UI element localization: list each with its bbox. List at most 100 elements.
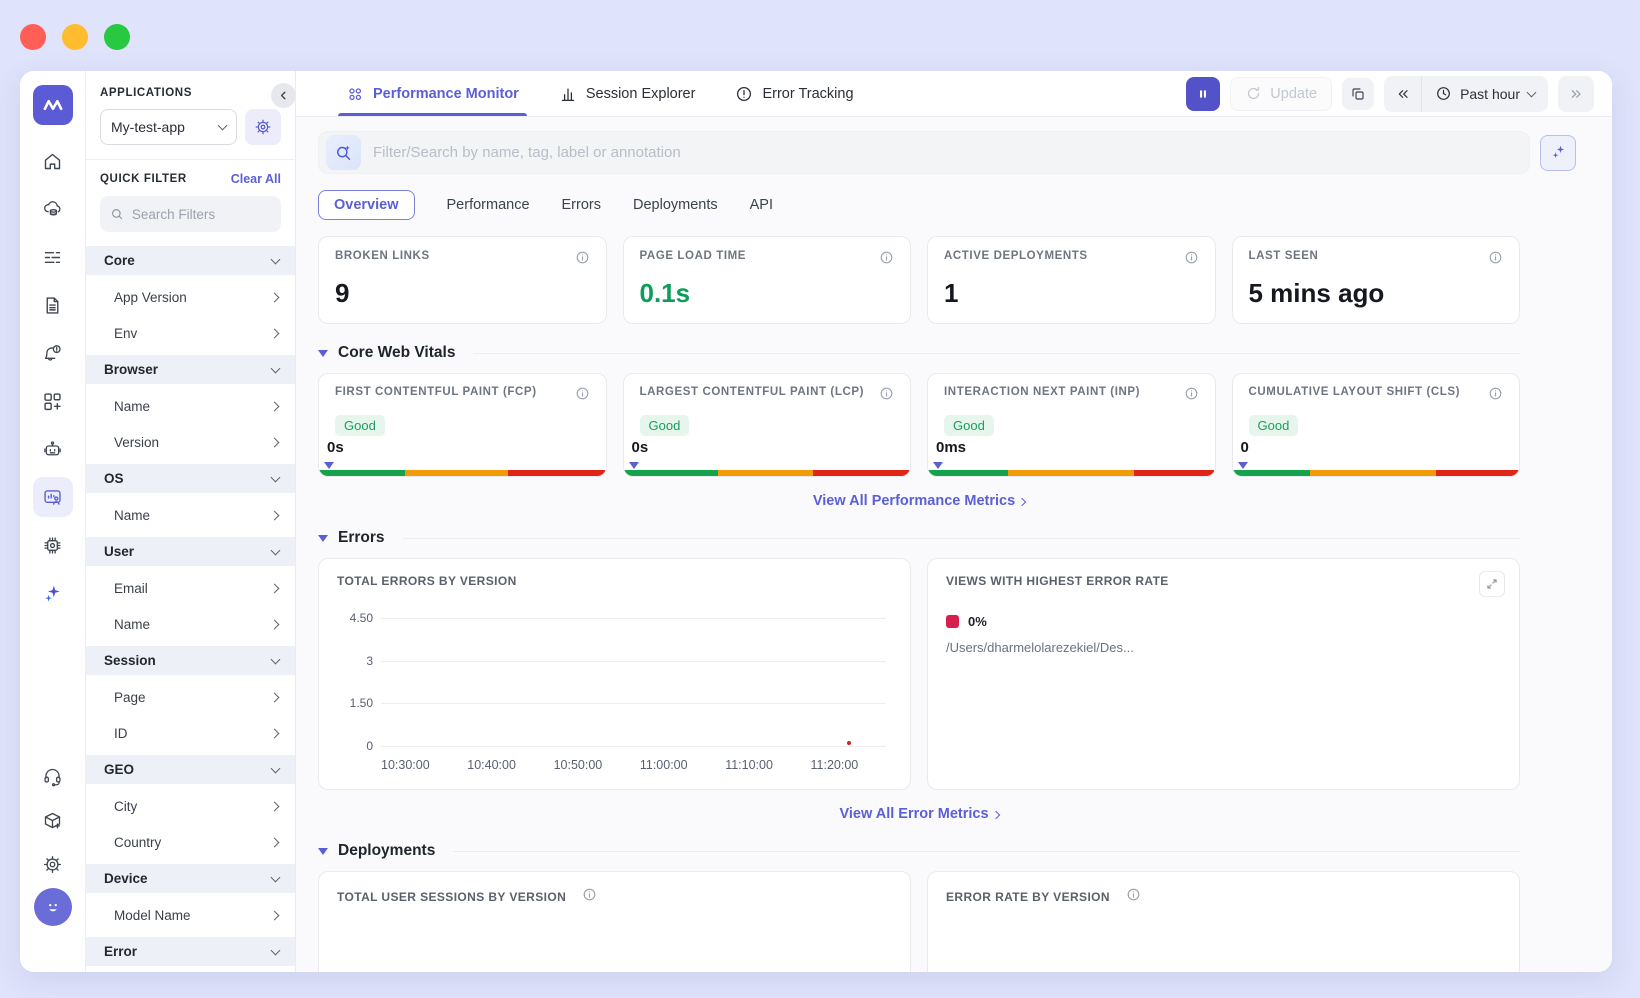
filter-group-session[interactable]: Session <box>86 646 295 675</box>
filter-group-user[interactable]: User <box>86 537 295 566</box>
triangle-collapse-icon[interactable] <box>318 535 328 542</box>
refresh-icon <box>1245 85 1262 102</box>
info-icon[interactable] <box>879 386 894 406</box>
alerts-bell-icon[interactable] <box>33 333 73 373</box>
info-icon[interactable] <box>1126 887 1141 907</box>
filter-group-browser[interactable]: Browser <box>86 355 295 384</box>
home-icon[interactable] <box>33 141 73 181</box>
subtab-api[interactable]: API <box>750 197 773 213</box>
time-range-forward-button[interactable] <box>1558 76 1594 112</box>
update-button[interactable]: Update <box>1230 77 1332 111</box>
cloud-infrastructure-icon[interactable] <box>33 189 73 229</box>
divider <box>403 538 1520 539</box>
time-range-value: Past hour <box>1460 86 1520 102</box>
filter-item-geo-country[interactable]: Country <box>86 828 295 856</box>
filter-item-user-email[interactable]: Email <box>86 574 295 602</box>
global-filter-input[interactable] <box>373 144 1525 161</box>
tab-session-explorer[interactable]: Session Explorer <box>559 71 696 116</box>
synthetics-robot-icon[interactable] <box>33 429 73 469</box>
vital-value: 0 <box>1241 439 1249 456</box>
section-deployments: Deployments <box>318 842 1520 860</box>
info-icon[interactable] <box>1184 386 1199 406</box>
info-icon[interactable] <box>1488 250 1503 270</box>
app-settings-button[interactable] <box>245 109 281 145</box>
ai-assist-button[interactable] <box>1540 135 1576 171</box>
total-user-sessions-by-version-card: TOTAL USER SESSIONS BY VERSION <box>318 871 911 972</box>
settings-gear-icon[interactable] <box>33 844 73 884</box>
filter-item-user-name[interactable]: Name <box>86 610 295 638</box>
filter-item-device-model-name[interactable]: Model Name <box>86 901 295 929</box>
chevron-left-icon <box>277 89 290 102</box>
time-range-control: Past hour <box>1384 76 1548 112</box>
triangle-collapse-icon[interactable] <box>318 848 328 855</box>
chevron-right-icon <box>270 437 280 447</box>
filter-group-geo[interactable]: GEO <box>86 755 295 784</box>
tab-performance-monitor[interactable]: Performance Monitor <box>346 71 519 116</box>
support-headset-icon[interactable] <box>33 756 73 796</box>
chevrons-left-icon <box>1395 86 1411 102</box>
logs-icon[interactable] <box>33 237 73 277</box>
real-user-monitoring-icon[interactable] <box>33 477 73 517</box>
filter-group-os[interactable]: OS <box>86 464 295 493</box>
chart-title: TOTAL ERRORS BY VERSION <box>337 574 892 588</box>
expand-button[interactable] <box>1479 571 1505 597</box>
minimize-window-button[interactable] <box>62 24 88 50</box>
filter-item-browser-version[interactable]: Version <box>86 428 295 456</box>
filter-item-session-id[interactable]: ID <box>86 719 295 747</box>
info-icon[interactable] <box>575 386 590 406</box>
subtab-deployments[interactable]: Deployments <box>633 197 718 213</box>
time-range-select[interactable]: Past hour <box>1422 85 1548 102</box>
marker-triangle-icon <box>324 462 334 469</box>
ai-sparkle-icon[interactable] <box>33 573 73 613</box>
filter-item-browser-name[interactable]: Name <box>86 392 295 420</box>
filter-item-session-page[interactable]: Page <box>86 683 295 711</box>
icon-rail <box>20 71 86 972</box>
topbar-controls: Update Past hour <box>1186 76 1594 112</box>
pause-icon <box>1194 85 1212 103</box>
chevron-right-icon <box>270 510 280 520</box>
quick-filter-label: QUICK FILTER <box>100 173 187 185</box>
info-icon[interactable] <box>582 887 597 907</box>
middleware-logo[interactable] <box>33 85 73 125</box>
filter-item-geo-city[interactable]: City <box>86 792 295 820</box>
reports-document-icon[interactable] <box>33 285 73 325</box>
triangle-collapse-icon[interactable] <box>318 350 328 357</box>
filter-item-os-name[interactable]: Name <box>86 501 295 529</box>
clear-all-link[interactable]: Clear All <box>231 172 281 186</box>
subtab-overview[interactable]: Overview <box>318 190 415 220</box>
threshold-bar <box>928 470 1215 476</box>
time-range-back-button[interactable] <box>1384 76 1422 112</box>
filter-group-core[interactable]: Core <box>86 246 295 275</box>
chevron-right-icon <box>991 811 999 819</box>
kpi-value: 1 <box>944 278 1199 309</box>
filter-item-app-version[interactable]: App Version <box>86 283 295 311</box>
subtab-performance[interactable]: Performance <box>447 197 530 213</box>
processor-chip-icon[interactable] <box>33 525 73 565</box>
application-select[interactable]: My-test-app <box>100 109 237 145</box>
applications-label: APPLICATIONS <box>100 87 281 99</box>
assistant-avatar[interactable] <box>34 888 72 926</box>
copy-button[interactable] <box>1342 78 1374 110</box>
info-icon[interactable] <box>879 250 894 270</box>
filter-group-device[interactable]: Device <box>86 864 295 893</box>
filter-item-env[interactable]: Env <box>86 319 295 347</box>
view-all-performance-metrics-link[interactable]: View All Performance Metrics <box>318 493 1520 509</box>
tab-error-tracking[interactable]: Error Tracking <box>735 71 853 116</box>
info-icon[interactable] <box>575 250 590 270</box>
module-tabs: Performance Monitor Session Explorer Err… <box>346 71 854 116</box>
collapse-sidebar-button[interactable] <box>271 83 296 108</box>
y-tick: 4.50 <box>337 611 373 625</box>
info-icon[interactable] <box>1184 250 1199 270</box>
subtab-errors[interactable]: Errors <box>562 197 601 213</box>
close-window-button[interactable] <box>20 24 46 50</box>
dashboards-grid-plus-icon[interactable] <box>33 381 73 421</box>
zoom-window-button[interactable] <box>104 24 130 50</box>
info-icon[interactable] <box>1488 386 1503 406</box>
filter-group-error[interactable]: Error <box>86 937 295 966</box>
filter-search-input[interactable] <box>132 207 271 222</box>
view-all-error-metrics-link[interactable]: View All Error Metrics <box>318 806 1520 822</box>
errors-chart-plot: 4.50 3 1.50 0 <box>381 618 886 746</box>
pause-live-button[interactable] <box>1186 77 1220 111</box>
install-integration-box-icon[interactable] <box>33 800 73 840</box>
chevron-down-icon <box>271 872 281 882</box>
